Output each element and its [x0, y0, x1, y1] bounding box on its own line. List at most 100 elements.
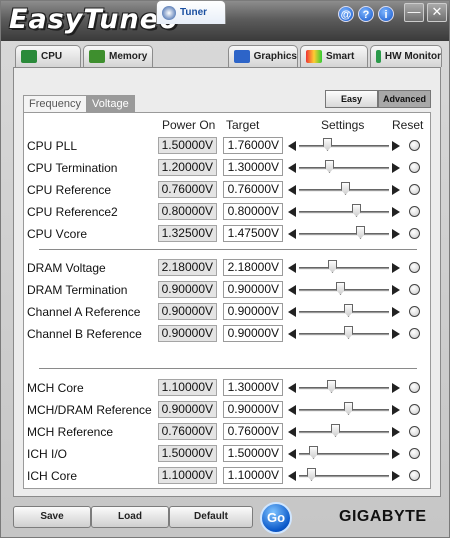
tab-cpu[interactable]: CPU: [15, 45, 81, 67]
reset-radio[interactable]: [409, 140, 420, 151]
target-value-input[interactable]: 2.18000V: [223, 259, 283, 276]
reset-radio[interactable]: [409, 448, 420, 459]
target-value-input[interactable]: 0.90000V: [223, 325, 283, 342]
slider-thumb[interactable]: [344, 304, 353, 317]
increase-arrow-icon[interactable]: [392, 307, 400, 317]
target-value-input[interactable]: 0.76000V: [223, 181, 283, 198]
at-icon[interactable]: @: [338, 6, 354, 22]
voltage-slider[interactable]: [299, 380, 389, 393]
target-value-input[interactable]: 1.76000V: [223, 137, 283, 154]
increase-arrow-icon[interactable]: [392, 471, 400, 481]
slider-thumb[interactable]: [309, 446, 318, 459]
voltage-slider[interactable]: [299, 468, 389, 481]
tab-graphics[interactable]: Graphics: [228, 45, 298, 67]
increase-arrow-icon[interactable]: [392, 185, 400, 195]
decrease-arrow-icon[interactable]: [288, 329, 296, 339]
reset-radio[interactable]: [409, 284, 420, 295]
voltage-slider[interactable]: [299, 138, 389, 151]
reset-radio[interactable]: [409, 470, 420, 481]
decrease-arrow-icon[interactable]: [288, 427, 296, 437]
reset-radio[interactable]: [409, 162, 420, 173]
subtab-voltage[interactable]: Voltage: [86, 95, 135, 112]
voltage-slider[interactable]: [299, 260, 389, 273]
voltage-slider[interactable]: [299, 182, 389, 195]
voltage-slider[interactable]: [299, 402, 389, 415]
voltage-slider[interactable]: [299, 204, 389, 217]
target-value-input[interactable]: 1.47500V: [223, 225, 283, 242]
reset-radio[interactable]: [409, 184, 420, 195]
target-value-input[interactable]: 0.80000V: [223, 203, 283, 220]
decrease-arrow-icon[interactable]: [288, 449, 296, 459]
slider-thumb[interactable]: [307, 468, 316, 481]
decrease-arrow-icon[interactable]: [288, 207, 296, 217]
target-value-input[interactable]: 1.30000V: [223, 159, 283, 176]
increase-arrow-icon[interactable]: [392, 285, 400, 295]
go-button[interactable]: Go: [260, 502, 292, 534]
increase-arrow-icon[interactable]: [392, 405, 400, 415]
decrease-arrow-icon[interactable]: [288, 263, 296, 273]
load-button[interactable]: Load: [91, 506, 169, 528]
reset-radio[interactable]: [409, 306, 420, 317]
help-icon[interactable]: ?: [358, 6, 374, 22]
increase-arrow-icon[interactable]: [392, 163, 400, 173]
decrease-arrow-icon[interactable]: [288, 285, 296, 295]
reset-radio[interactable]: [409, 206, 420, 217]
slider-thumb[interactable]: [336, 282, 345, 295]
increase-arrow-icon[interactable]: [392, 427, 400, 437]
decrease-arrow-icon[interactable]: [288, 163, 296, 173]
increase-arrow-icon[interactable]: [392, 449, 400, 459]
tab-memory[interactable]: Memory: [83, 45, 153, 67]
target-value-input[interactable]: 0.76000V: [223, 423, 283, 440]
target-value-input[interactable]: 0.90000V: [223, 401, 283, 418]
voltage-slider[interactable]: [299, 424, 389, 437]
target-value-input[interactable]: 1.10000V: [223, 467, 283, 484]
slider-thumb[interactable]: [356, 226, 365, 239]
target-value-input[interactable]: 1.30000V: [223, 379, 283, 396]
slider-thumb[interactable]: [328, 260, 337, 273]
reset-radio[interactable]: [409, 328, 420, 339]
slider-thumb[interactable]: [325, 160, 334, 173]
decrease-arrow-icon[interactable]: [288, 307, 296, 317]
reset-radio[interactable]: [409, 228, 420, 239]
reset-radio[interactable]: [409, 262, 420, 273]
decrease-arrow-icon[interactable]: [288, 405, 296, 415]
voltage-slider[interactable]: [299, 282, 389, 295]
increase-arrow-icon[interactable]: [392, 207, 400, 217]
increase-arrow-icon[interactable]: [392, 383, 400, 393]
slider-thumb[interactable]: [323, 138, 332, 151]
tab-hw-monitor[interactable]: HW Monitor: [370, 45, 442, 67]
voltage-slider[interactable]: [299, 446, 389, 459]
voltage-slider[interactable]: [299, 326, 389, 339]
increase-arrow-icon[interactable]: [392, 263, 400, 273]
decrease-arrow-icon[interactable]: [288, 229, 296, 239]
decrease-arrow-icon[interactable]: [288, 141, 296, 151]
decrease-arrow-icon[interactable]: [288, 471, 296, 481]
slider-thumb[interactable]: [344, 402, 353, 415]
decrease-arrow-icon[interactable]: [288, 185, 296, 195]
reset-radio[interactable]: [409, 382, 420, 393]
minimize-button[interactable]: —: [404, 3, 424, 22]
target-value-input[interactable]: 0.90000V: [223, 281, 283, 298]
reset-radio[interactable]: [409, 426, 420, 437]
save-button[interactable]: Save: [13, 506, 91, 528]
slider-thumb[interactable]: [352, 204, 361, 217]
reset-radio[interactable]: [409, 404, 420, 415]
slider-thumb[interactable]: [327, 380, 336, 393]
tab-tuner[interactable]: Tuner: [156, 0, 226, 24]
close-button[interactable]: ✕: [427, 3, 447, 22]
advanced-mode-button[interactable]: Advanced: [378, 90, 431, 108]
increase-arrow-icon[interactable]: [392, 141, 400, 151]
voltage-slider[interactable]: [299, 226, 389, 239]
default-button[interactable]: Default: [169, 506, 253, 528]
easy-mode-button[interactable]: Easy: [325, 90, 378, 108]
target-value-input[interactable]: 1.50000V: [223, 445, 283, 462]
tab-smart[interactable]: Smart: [300, 45, 368, 67]
subtab-frequency[interactable]: Frequency: [23, 95, 87, 112]
slider-thumb[interactable]: [341, 182, 350, 195]
slider-thumb[interactable]: [331, 424, 340, 437]
voltage-slider[interactable]: [299, 160, 389, 173]
increase-arrow-icon[interactable]: [392, 329, 400, 339]
decrease-arrow-icon[interactable]: [288, 383, 296, 393]
increase-arrow-icon[interactable]: [392, 229, 400, 239]
slider-thumb[interactable]: [344, 326, 353, 339]
